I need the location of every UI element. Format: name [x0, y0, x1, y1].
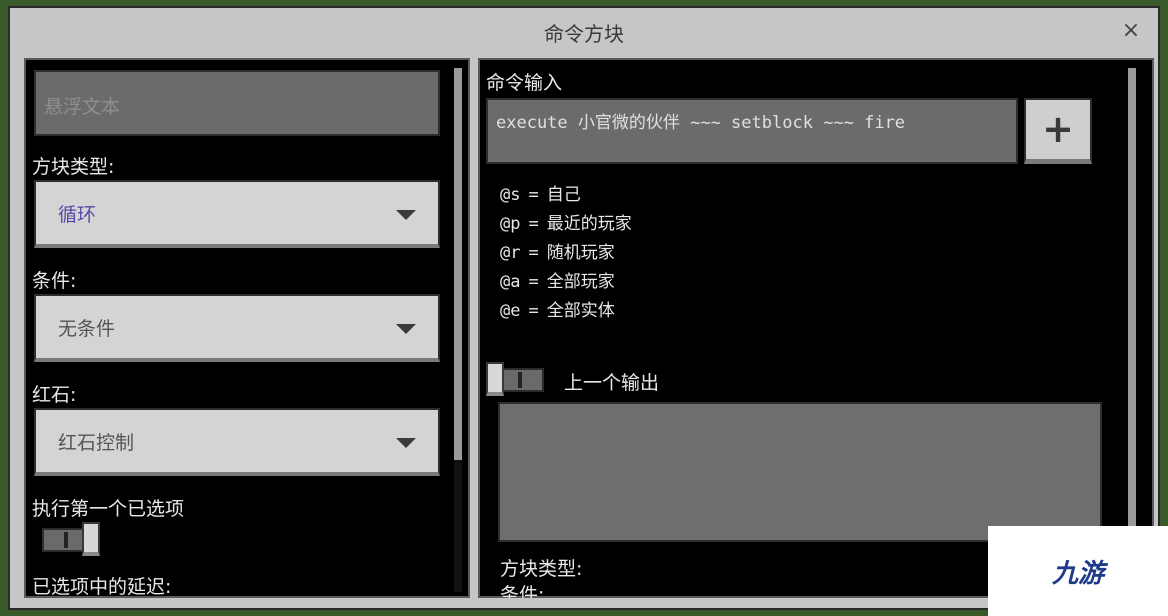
hover-text-placeholder: 悬浮文本: [44, 96, 121, 118]
redstone-dropdown[interactable]: 红石控制: [34, 408, 440, 476]
selector-eq: =: [528, 301, 539, 321]
selector-desc: 全部实体: [546, 301, 615, 321]
bottom-condition-label: 条件:: [500, 584, 545, 598]
chevron-down-icon: [396, 210, 416, 220]
block-type-dropdown[interactable]: 循环: [34, 180, 440, 248]
selector-row: @a = 全部玩家: [500, 267, 615, 292]
add-button[interactable]: +: [1024, 98, 1092, 164]
redstone-label: 红石:: [32, 384, 77, 406]
condition-label: 条件:: [32, 270, 77, 292]
selector-row: @s = 自己: [500, 180, 581, 205]
condition-value: 无条件: [58, 317, 116, 340]
selector-code: @a: [500, 272, 521, 292]
command-input-label: 命令输入: [486, 72, 563, 94]
selector-desc: 全部玩家: [546, 272, 615, 292]
toggle-mark: [518, 372, 522, 388]
command-block-window: 命令方块 × 悬浮文本 方块类型: 循环 条件: 无条件 红石: 红石控制 执行…: [8, 6, 1160, 610]
selector-row: @r = 随机玩家: [500, 238, 615, 263]
selector-desc: 随机玩家: [546, 243, 615, 263]
execute-first-label: 执行第一个已选项: [32, 498, 185, 520]
toggle-knob: [82, 522, 100, 556]
bottom-block-type-label: 方块类型:: [500, 558, 583, 580]
previous-output-toggle[interactable]: [486, 362, 544, 396]
block-type-value: 循环: [58, 203, 97, 226]
selector-code: @e: [500, 301, 521, 321]
execute-first-toggle[interactable]: [42, 522, 100, 556]
selector-desc: 自己: [546, 185, 581, 205]
left-scrollbar[interactable]: [454, 68, 462, 592]
selector-eq: =: [528, 272, 539, 292]
hover-text-field[interactable]: 悬浮文本: [34, 70, 440, 136]
selector-eq: =: [528, 185, 539, 205]
selector-code: @s: [500, 185, 521, 205]
right-scrollbar-thumb[interactable]: [1128, 68, 1136, 538]
toggle-mark: [64, 532, 68, 548]
condition-dropdown[interactable]: 无条件: [34, 294, 440, 362]
chevron-down-icon: [396, 324, 416, 334]
selector-code: @p: [500, 214, 521, 234]
previous-output-box: [498, 402, 1102, 542]
selector-row: @e = 全部实体: [500, 296, 615, 321]
selector-eq: =: [528, 214, 539, 234]
close-button[interactable]: ×: [1120, 20, 1142, 42]
delay-label: 已选项中的延迟:: [32, 576, 172, 598]
right-command-panel: 命令输入 execute 小官微的伙伴 ~~~ setblock ~~~ fir…: [478, 58, 1154, 598]
left-settings-panel: 悬浮文本 方块类型: 循环 条件: 无条件 红石: 红石控制 执行第一个已选项 …: [24, 58, 470, 598]
selector-eq: =: [528, 243, 539, 263]
window-title: 命令方块: [10, 8, 1158, 56]
watermark-logo: 九游: [988, 526, 1168, 616]
selector-row: @p = 最近的玩家: [500, 209, 632, 234]
toggle-knob: [486, 362, 504, 396]
right-scrollbar[interactable]: [1128, 68, 1136, 592]
block-type-label: 方块类型:: [32, 156, 115, 178]
chevron-down-icon: [396, 438, 416, 448]
previous-output-label: 上一个输出: [564, 372, 660, 394]
redstone-value: 红石控制: [58, 431, 135, 454]
left-scrollbar-thumb[interactable]: [454, 68, 462, 460]
command-input[interactable]: execute 小官微的伙伴 ~~~ setblock ~~~ fire: [486, 98, 1018, 164]
selector-desc: 最近的玩家: [546, 214, 632, 234]
watermark-text: 九游: [1051, 558, 1104, 589]
selector-code: @r: [500, 243, 521, 263]
